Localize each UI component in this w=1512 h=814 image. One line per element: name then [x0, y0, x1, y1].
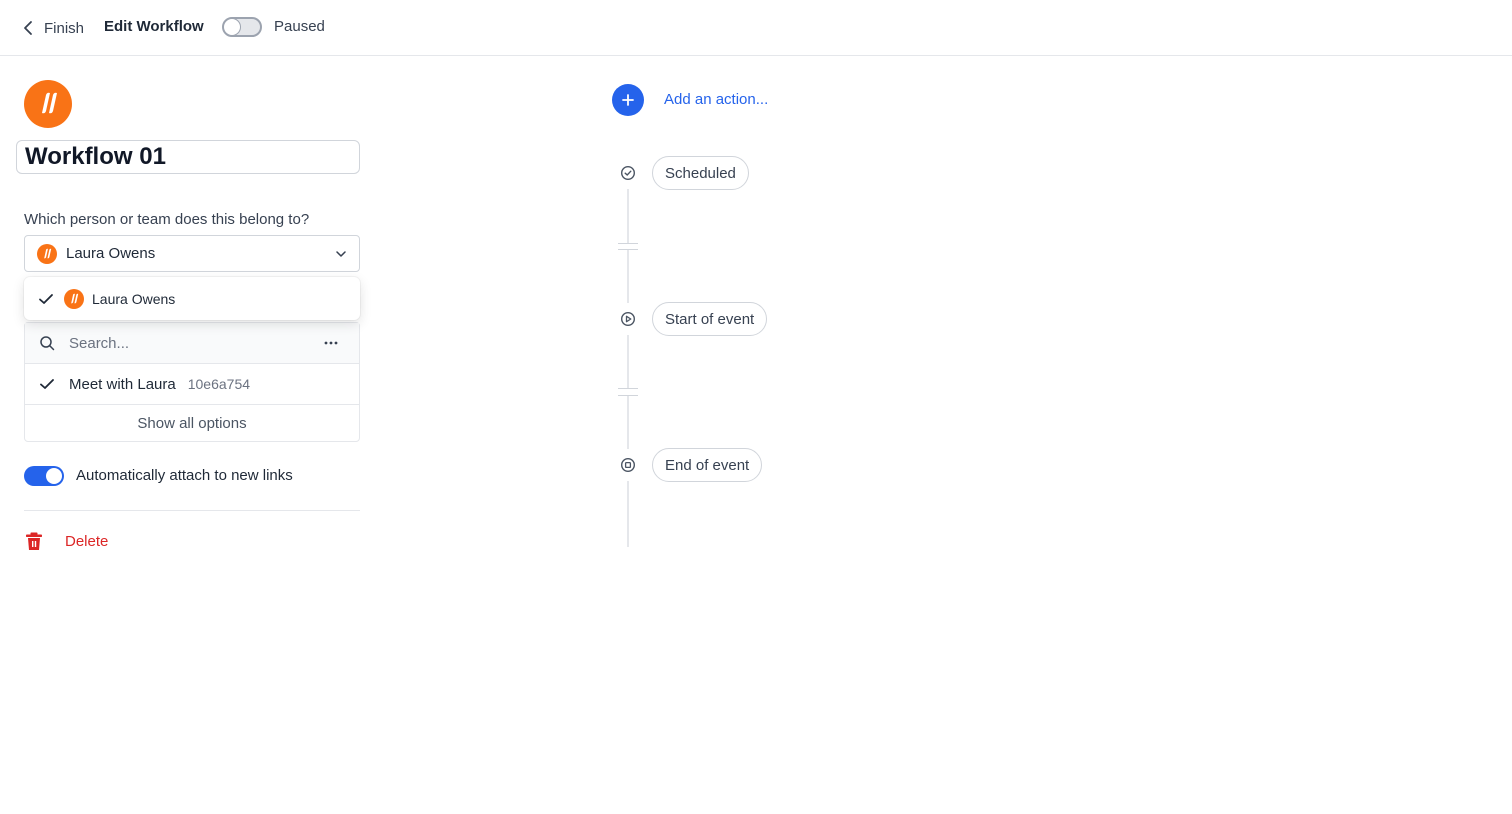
delete-label: Delete — [65, 532, 109, 550]
owner-option-laura-owens[interactable]: Laura Owens — [24, 277, 360, 320]
check-icon — [39, 293, 53, 304]
plus-icon — [622, 94, 634, 106]
link-name: Meet with Laura — [69, 375, 176, 393]
owner-question-label: Which person or team does this belong to… — [24, 211, 310, 228]
workflow-name-input[interactable] — [16, 140, 360, 174]
chevron-left-icon — [24, 21, 32, 35]
auto-attach-label: Automatically attach to new links — [76, 467, 293, 484]
timeline-step-end-of-event[interactable]: End of event — [652, 448, 763, 482]
owner-option-label: Laura Owens — [92, 290, 176, 307]
timeline-tick — [618, 388, 638, 389]
link-option-row[interactable]: Meet with Laura 10e6a754 — [25, 364, 359, 405]
avatar — [64, 288, 84, 309]
workflow-status-toggle[interactable] — [222, 17, 262, 37]
page-title: Edit Workflow — [104, 18, 204, 35]
trash-icon — [26, 532, 42, 550]
top-bar: Finish Edit Workflow Paused — [0, 0, 1512, 56]
timeline-connector — [627, 335, 629, 389]
brand-logo-icon — [24, 80, 72, 128]
delete-button[interactable]: Delete — [24, 530, 108, 552]
more-options-icon[interactable] — [323, 335, 339, 351]
owner-select-value: Laura Owens — [66, 245, 156, 262]
timeline-connector — [627, 396, 629, 449]
timeline-connector — [627, 250, 629, 303]
search-bar — [25, 323, 359, 364]
links-panel: Meet with Laura 10e6a754 Show all option… — [24, 322, 360, 442]
timeline-step-start-of-event[interactable]: Start of event — [652, 302, 768, 336]
add-action-button[interactable] — [612, 84, 644, 116]
search-icon — [40, 336, 55, 351]
play-circle-icon — [620, 311, 636, 327]
add-action-link[interactable]: Add an action... — [664, 91, 768, 108]
divider — [24, 510, 360, 511]
auto-attach-toggle[interactable] — [24, 466, 64, 486]
finish-label: Finish — [44, 19, 85, 37]
stop-circle-icon — [620, 457, 636, 473]
chevron-down-icon — [336, 251, 346, 257]
timeline-connector — [627, 481, 629, 547]
toggle-knob — [46, 468, 62, 484]
finish-back-button[interactable]: Finish — [20, 14, 84, 42]
check-icon — [40, 379, 54, 389]
owner-select[interactable]: Laura Owens — [24, 235, 360, 272]
check-circle-icon — [620, 165, 636, 181]
toggle-knob — [224, 19, 240, 35]
link-id: 10e6a754 — [187, 376, 251, 392]
avatar — [37, 243, 57, 264]
timeline-tick — [618, 243, 638, 244]
show-all-options-button[interactable]: Show all options — [25, 405, 359, 441]
timeline-step-scheduled[interactable]: Scheduled — [652, 156, 749, 190]
search-input[interactable] — [69, 331, 299, 355]
status-label: Paused — [274, 18, 325, 35]
timeline-connector — [627, 189, 629, 243]
